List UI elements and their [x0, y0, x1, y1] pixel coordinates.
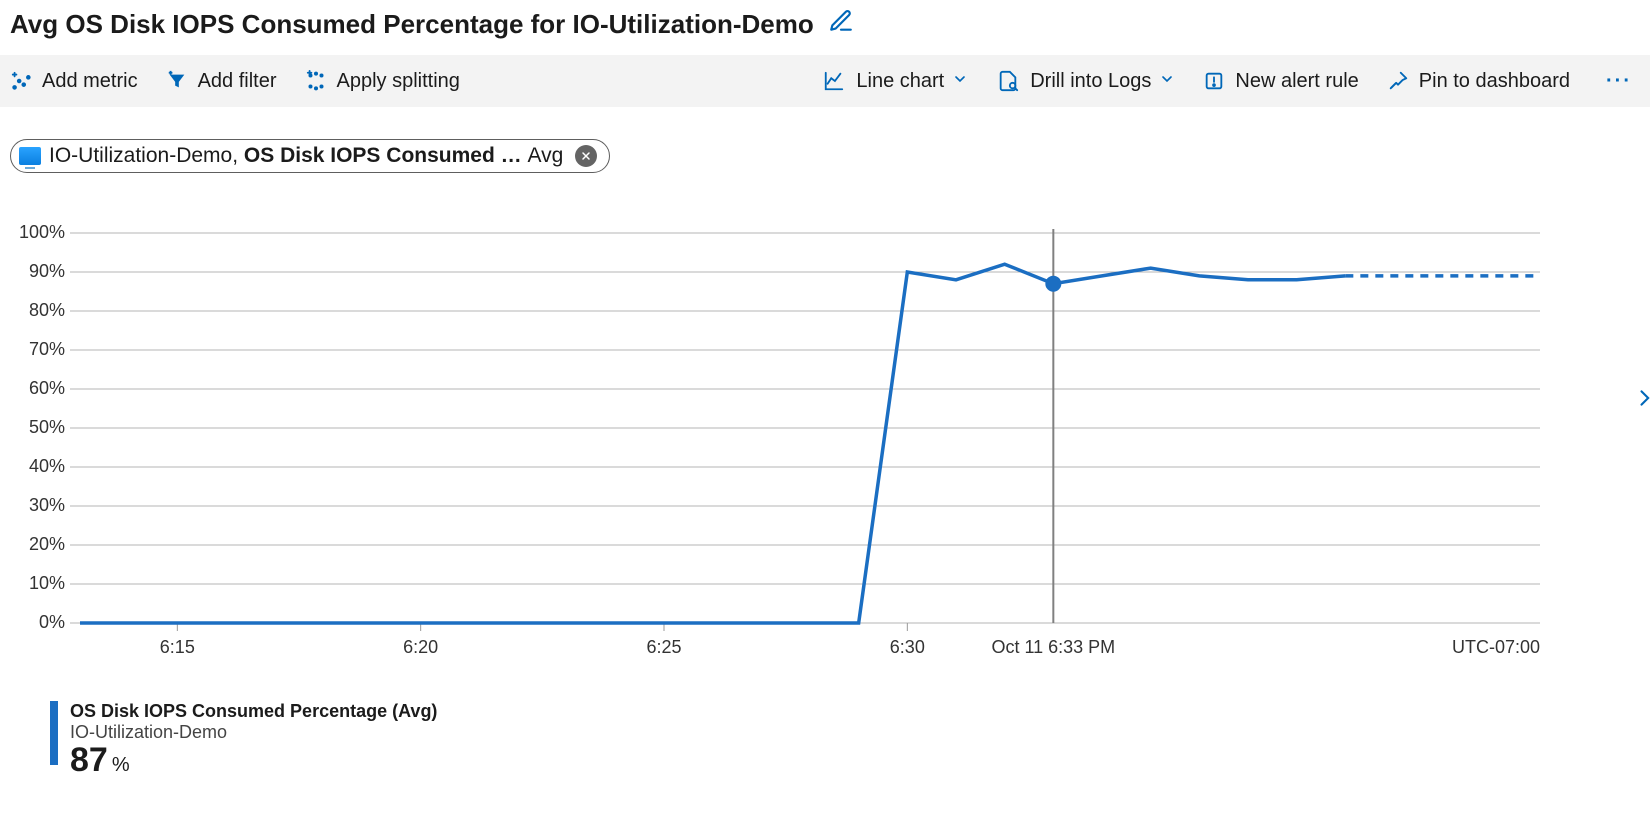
svg-text:0%: 0% [39, 612, 65, 632]
metrics-chart[interactable]: 0% 10% 20% 30% 40% 50% 60% 70% 80% 90% 100% 6:15 6:2… [10, 223, 1570, 683]
svg-text:20%: 20% [29, 534, 65, 554]
filter-icon [166, 70, 188, 92]
apply-splitting-button[interactable]: Apply splitting [305, 70, 460, 93]
svg-text:30%: 30% [29, 495, 65, 515]
svg-text:60%: 60% [29, 378, 65, 398]
pill-resource: IO-Utilization-Demo [49, 144, 232, 168]
pill-metric: OS Disk IOPS Consumed … [244, 144, 522, 168]
chevron-down-icon [952, 70, 968, 93]
add-metric-icon [10, 70, 32, 92]
more-actions-button[interactable]: ··· [1598, 70, 1640, 93]
legend-metric-name: OS Disk IOPS Consumed Percentage (Avg) [70, 701, 437, 722]
split-icon [305, 70, 327, 92]
new-alert-button[interactable]: New alert rule [1203, 70, 1358, 93]
chart-type-dropdown[interactable]: Line chart [822, 70, 968, 93]
remove-metric-button[interactable] [575, 145, 597, 167]
svg-text:6:20: 6:20 [403, 637, 438, 657]
page-title: Avg OS Disk IOPS Consumed Percentage for… [10, 9, 814, 40]
legend-value: 87 [70, 741, 108, 779]
svg-text:50%: 50% [29, 417, 65, 437]
pin-icon [1387, 70, 1409, 92]
svg-text:6:30: 6:30 [890, 637, 925, 657]
svg-text:10%: 10% [29, 573, 65, 593]
drill-logs-dropdown[interactable]: Drill into Logs [996, 70, 1175, 93]
expand-chart-button[interactable] [1634, 383, 1650, 421]
legend-unit: % [112, 754, 130, 776]
svg-text:90%: 90% [29, 261, 65, 281]
pin-dashboard-button[interactable]: Pin to dashboard [1387, 70, 1570, 93]
svg-text:40%: 40% [29, 456, 65, 476]
svg-text:70%: 70% [29, 339, 65, 359]
edit-title-icon[interactable] [828, 8, 854, 41]
pill-aggregation: Avg [527, 144, 563, 168]
chart-toolbar: Add metric Add filter Apply splitting Li… [0, 55, 1650, 107]
svg-text:100%: 100% [19, 223, 65, 242]
add-metric-button[interactable]: Add metric [10, 70, 138, 93]
svg-text:UTC-07:00: UTC-07:00 [1452, 637, 1540, 657]
metric-pill[interactable]: IO-Utilization-Demo, OS Disk IOPS Consum… [10, 139, 610, 173]
logs-icon [996, 70, 1020, 92]
add-filter-button[interactable]: Add filter [166, 70, 277, 93]
svg-text:80%: 80% [29, 300, 65, 320]
alert-icon [1203, 70, 1225, 92]
svg-text:Oct 11 6:33 PM: Oct 11 6:33 PM [991, 637, 1115, 657]
legend-resource-name: IO-Utilization-Demo [70, 722, 437, 743]
line-chart-icon [822, 70, 846, 92]
svg-text:6:15: 6:15 [160, 637, 195, 657]
vm-icon [19, 147, 41, 165]
chevron-down-icon [1159, 70, 1175, 93]
svg-text:6:25: 6:25 [646, 637, 681, 657]
legend-card[interactable]: OS Disk IOPS Consumed Percentage (Avg) I… [50, 701, 1640, 777]
legend-color-swatch [50, 701, 58, 765]
